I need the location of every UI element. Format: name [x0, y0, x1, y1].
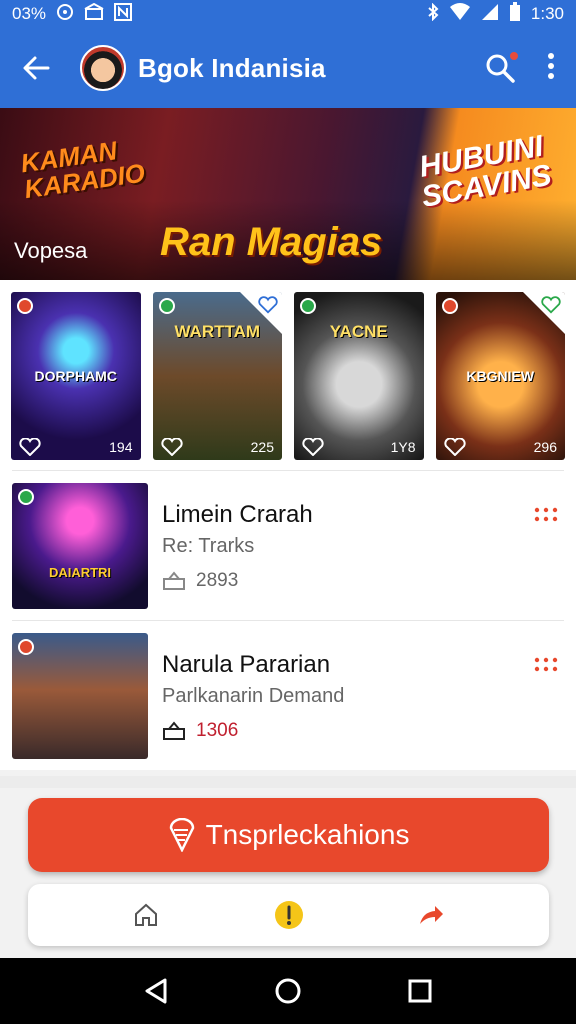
share-arrow-icon: [419, 906, 443, 924]
list-item-subtitle: Parlkanarin Demand: [162, 685, 345, 707]
basket-icon: [163, 721, 185, 740]
list-item-count: 1306: [196, 720, 239, 741]
circle-home-icon: [275, 978, 301, 1004]
favorite-icon[interactable]: [258, 296, 278, 314]
badge-icon: [300, 298, 316, 314]
heart-icon[interactable]: [19, 438, 41, 456]
list-item-title: Limein Crarah: [162, 501, 313, 528]
more-dots-icon: [534, 507, 558, 522]
more-dots-icon: [534, 657, 558, 672]
system-recents-button[interactable]: [396, 967, 444, 1015]
system-home-button[interactable]: [264, 967, 312, 1015]
search-button[interactable]: [484, 50, 520, 84]
card-title: WARTTAM: [174, 322, 261, 341]
item-more-button[interactable]: [534, 657, 558, 678]
list-item-count: 2893: [196, 570, 239, 591]
wifi-icon: [449, 2, 471, 26]
back-arrow-icon: [23, 56, 50, 80]
game-card[interactable]: WARTTAM 225: [152, 292, 282, 460]
game-card[interactable]: YACNE 1Y8: [294, 292, 424, 460]
shop-icon: [84, 2, 104, 26]
badge-icon: [441, 298, 458, 314]
square-recents-icon: [408, 979, 432, 1003]
badge-icon: [17, 298, 33, 314]
battery-icon: [509, 1, 521, 27]
content-list: DAIARTRI Limein Crarah Re: Trarks 2893 N…: [0, 470, 576, 770]
badge-icon: [158, 298, 175, 314]
bottom-nav: [28, 884, 549, 946]
system-navigation-bar: [0, 958, 576, 1024]
thumbnail-label: DAIARTRI: [48, 565, 112, 580]
card-title: YACNE: [329, 322, 388, 341]
notification-icon: [56, 3, 74, 26]
basket-icon: [163, 571, 185, 590]
banner-main-title: Ran Magias: [160, 220, 383, 264]
nav-home[interactable]: [122, 891, 170, 939]
page-title: Bgok Indanisia: [138, 52, 326, 83]
more-menu-button[interactable]: [546, 51, 556, 86]
badge-icon: [18, 489, 34, 505]
app-bar: Bgok Indanisia: [0, 28, 576, 108]
list-item[interactable]: DAIARTRI Limein Crarah Re: Trarks 2893: [12, 470, 564, 620]
back-button[interactable]: [20, 52, 52, 84]
badge-icon: [18, 639, 34, 655]
primary-action-button[interactable]: Tnsprleckahions: [28, 798, 549, 872]
hero-banner[interactable]: KAMAN KARADIO HUBUINI SCAVINS Vopesa Ran…: [0, 108, 576, 280]
card-count: 225: [250, 439, 274, 455]
card-count: 1Y8: [390, 439, 416, 455]
nav-share[interactable]: [407, 891, 455, 939]
game-card[interactable]: KBGNIEW 296: [435, 292, 565, 460]
banner-label: Vopesa: [14, 238, 88, 263]
more-vertical-icon: [548, 52, 554, 79]
triangle-back-icon: [145, 978, 167, 1004]
alert-icon: [274, 901, 303, 929]
clock: 1:30: [530, 4, 564, 23]
bluetooth-icon: [427, 2, 439, 26]
status-text: 03%: [12, 4, 47, 23]
home-icon: [135, 903, 158, 926]
status-bar: 03% 1:30: [0, 0, 576, 28]
banner-left-title: KAMAN KARADIO: [18, 135, 147, 205]
list-thumbnail: [12, 633, 148, 759]
nav-alerts[interactable]: [265, 891, 313, 939]
favorite-icon[interactable]: [541, 296, 561, 314]
heart-icon[interactable]: [443, 438, 466, 456]
list-item[interactable]: Narula Pararian Parlkanarin Demand 1306: [12, 620, 564, 770]
search-notification-dot: [508, 50, 520, 62]
signal-icon: [481, 3, 499, 26]
item-more-button[interactable]: [534, 507, 558, 528]
avatar[interactable]: [80, 45, 126, 91]
card-count: 296: [533, 439, 557, 455]
list-item-title: Narula Pararian: [162, 651, 331, 678]
icecream-icon: [169, 818, 194, 852]
heart-icon[interactable]: [302, 438, 324, 456]
system-back-button[interactable]: [132, 967, 180, 1015]
section-divider: [0, 776, 576, 788]
card-title: DORPHAMC: [34, 368, 117, 384]
app-badge-icon: [114, 2, 133, 26]
heart-icon[interactable]: [160, 438, 183, 456]
game-card[interactable]: DORPHAMC 194: [11, 292, 141, 460]
card-title: KBGNIEW: [466, 368, 535, 384]
list-thumbnail: DAIARTRI: [12, 483, 148, 609]
featured-cards: DORPHAMC 194 WARTTAM 225 YACNE 1Y8 KBGNI…: [0, 280, 576, 470]
list-item-subtitle: Re: Trarks: [162, 535, 255, 557]
card-count: 194: [109, 439, 133, 455]
primary-action-label: Tnsprleckahions: [205, 819, 410, 850]
